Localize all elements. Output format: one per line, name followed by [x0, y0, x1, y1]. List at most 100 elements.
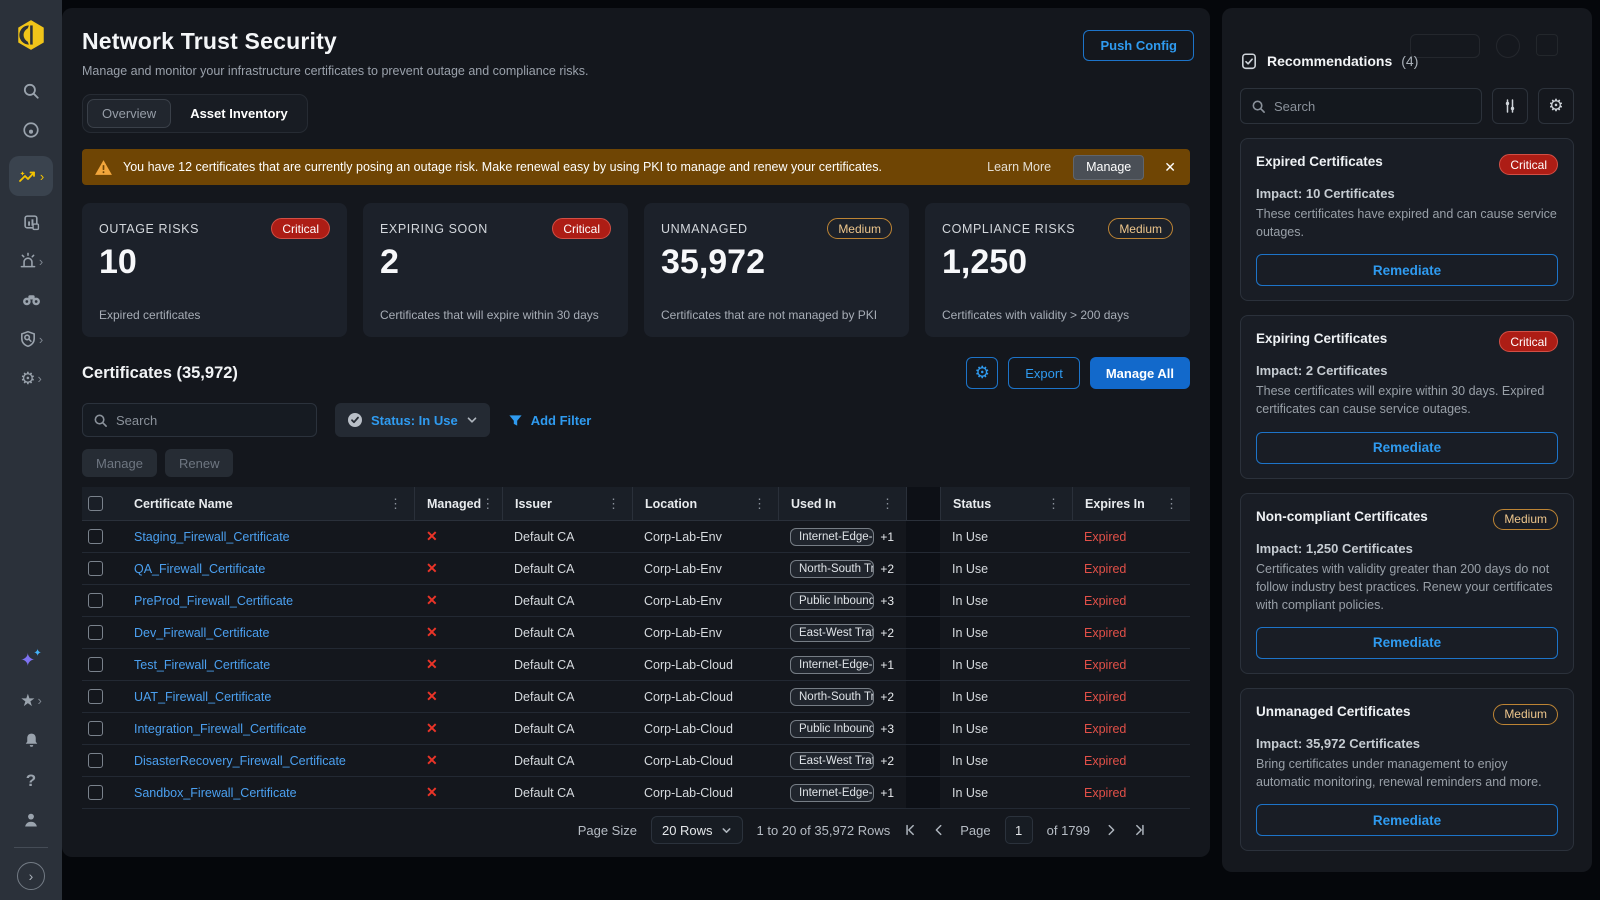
column-menu-icon[interactable]: ⋮ [481, 496, 494, 512]
used-in-chip[interactable]: East-West Traffic... [790, 624, 874, 642]
certificate-name-link[interactable]: Integration_Firewall_Certificate [134, 722, 306, 736]
used-in-more-count[interactable]: +1 [880, 530, 894, 544]
page-number-input[interactable] [1005, 816, 1033, 844]
table-row: Staging_Firewall_Certificate ✕ Default C… [82, 521, 1190, 553]
sidebar-item-alerts[interactable]: › [9, 248, 53, 274]
used-in-more-count[interactable]: +1 [880, 658, 894, 672]
column-menu-icon[interactable]: ⋮ [753, 496, 766, 512]
sidebar-item-target[interactable] [9, 117, 53, 143]
last-page-icon[interactable] [1132, 823, 1146, 837]
status-filter-chip[interactable]: Status: In Use [335, 403, 490, 437]
filter-sliders-button[interactable] [1492, 88, 1528, 124]
used-in-chip[interactable]: Internet-Edge-TLS [790, 656, 874, 674]
previous-page-icon[interactable] [932, 823, 946, 837]
certificate-name-link[interactable]: Staging_Firewall_Certificate [134, 530, 290, 544]
used-in-chip[interactable]: North-South Traf... [790, 688, 874, 706]
used-in-chip[interactable]: Internet-Edge-TLS [790, 784, 874, 802]
sidebar-item-discovery[interactable] [9, 287, 53, 313]
column-menu-icon[interactable]: ⋮ [607, 496, 620, 512]
sidebar-expand-button[interactable]: › [17, 862, 45, 890]
manage-all-button[interactable]: Manage All [1090, 357, 1190, 389]
sidebar-item-profile[interactable] [9, 807, 53, 833]
used-in-chip[interactable]: North-South Traf... [790, 560, 874, 578]
bulk-renew-button[interactable]: Renew [165, 449, 233, 477]
recommendation-impact: Impact: 1,250 Certificates [1256, 541, 1558, 556]
chevron-right-icon: › [37, 372, 41, 385]
recommendations-panel: Recommendations (4) ⚙ Expired Certificat… [1222, 8, 1592, 872]
certificate-name-link[interactable]: Test_Firewall_Certificate [134, 658, 270, 672]
certificate-name-link[interactable]: PreProd_Firewall_Certificate [134, 594, 293, 608]
table-settings-button[interactable]: ⚙ [966, 357, 998, 389]
row-checkbox[interactable] [88, 657, 103, 672]
severity-badge: Critical [1499, 154, 1558, 175]
used-in-more-count[interactable]: +2 [880, 626, 894, 640]
search-input[interactable] [116, 413, 306, 428]
used-in-chip[interactable]: East-West Traffic... [790, 752, 874, 770]
column-menu-icon[interactable]: ⋮ [881, 496, 894, 512]
certificate-name-link[interactable]: Sandbox_Firewall_Certificate [134, 786, 297, 800]
certificate-name-link[interactable]: UAT_Firewall_Certificate [134, 690, 271, 704]
row-checkbox[interactable] [88, 753, 103, 768]
column-menu-icon[interactable]: ⋮ [1047, 496, 1060, 512]
column-menu-icon[interactable]: ⋮ [1165, 496, 1178, 512]
certificate-name-link[interactable]: DisasterRecovery_Firewall_Certificate [134, 754, 346, 768]
remediate-button[interactable]: Remediate [1256, 804, 1558, 836]
add-filter-button[interactable]: Add Filter [508, 413, 592, 428]
used-in-more-count[interactable]: +2 [880, 690, 894, 704]
row-checkbox[interactable] [88, 529, 103, 544]
sidebar-nav: › › › ⚙ › [9, 78, 53, 391]
row-checkbox[interactable] [88, 625, 103, 640]
row-checkbox[interactable] [88, 561, 103, 576]
used-in-chip[interactable]: Public Inbound W... [790, 592, 874, 610]
question-icon: ? [26, 772, 36, 789]
used-in-chip[interactable]: Internet-Edge-TLS [790, 528, 874, 546]
used-in-more-count[interactable]: +1 [880, 786, 894, 800]
row-checkbox[interactable] [88, 785, 103, 800]
used-in-chip[interactable]: Public Inbound W... [790, 720, 874, 738]
recommendations-settings-button[interactable]: ⚙ [1538, 88, 1574, 124]
select-all-checkbox[interactable] [88, 496, 103, 511]
column-menu-icon[interactable]: ⋮ [389, 496, 402, 512]
sidebar-item-help[interactable]: ? [9, 767, 53, 793]
shield-search-icon [19, 330, 37, 348]
first-page-icon[interactable] [904, 823, 918, 837]
sidebar-item-notifications[interactable] [9, 727, 53, 753]
remediate-button[interactable]: Remediate [1256, 432, 1558, 464]
sidebar-item-search[interactable] [9, 78, 53, 104]
tab-asset-inventory[interactable]: Asset Inventory [175, 99, 303, 128]
funnel-icon [508, 413, 523, 428]
used-in-more-count[interactable]: +2 [880, 754, 894, 768]
learn-more-link[interactable]: Learn More [987, 160, 1051, 174]
page-size-dropdown[interactable]: 20 Rows [651, 816, 743, 844]
location-cell: Corp-Lab-Cloud [632, 786, 778, 800]
used-in-more-count[interactable]: +3 [880, 722, 894, 736]
frozen-column-gutter [906, 681, 940, 712]
next-page-icon[interactable] [1104, 823, 1118, 837]
obscured-background-icons [1410, 34, 1558, 58]
tab-overview[interactable]: Overview [87, 99, 171, 128]
row-checkbox[interactable] [88, 721, 103, 736]
chevron-down-icon [721, 825, 732, 836]
brand-logo-icon[interactable] [14, 18, 48, 52]
certificate-name-link[interactable]: QA_Firewall_Certificate [134, 562, 265, 576]
certificate-name-link[interactable]: Dev_Firewall_Certificate [134, 626, 269, 640]
row-checkbox[interactable] [88, 593, 103, 608]
row-checkbox[interactable] [88, 689, 103, 704]
sidebar-item-favorites[interactable]: ★ › [9, 687, 53, 713]
used-in-more-count[interactable]: +3 [880, 594, 894, 608]
sidebar-item-scan[interactable]: › [9, 326, 53, 352]
sidebar-item-settings[interactable]: ⚙ › [9, 365, 53, 391]
bulk-manage-button[interactable]: Manage [82, 449, 157, 477]
close-icon[interactable]: ✕ [1164, 159, 1176, 176]
push-config-button[interactable]: Push Config [1083, 30, 1194, 61]
sidebar-item-panels[interactable] [9, 209, 53, 235]
search-input[interactable] [1274, 99, 1471, 114]
remediate-button[interactable]: Remediate [1256, 627, 1558, 659]
remediate-button[interactable]: Remediate [1256, 254, 1558, 286]
banner-manage-button[interactable]: Manage [1073, 155, 1144, 180]
sidebar-item-certificates-active[interactable]: › [9, 156, 53, 196]
severity-badge: Critical [1499, 331, 1558, 352]
used-in-more-count[interactable]: +2 [880, 562, 894, 576]
export-button[interactable]: Export [1008, 357, 1080, 389]
sidebar-item-ai-assistant[interactable]: ✦ ✦ [9, 647, 53, 673]
